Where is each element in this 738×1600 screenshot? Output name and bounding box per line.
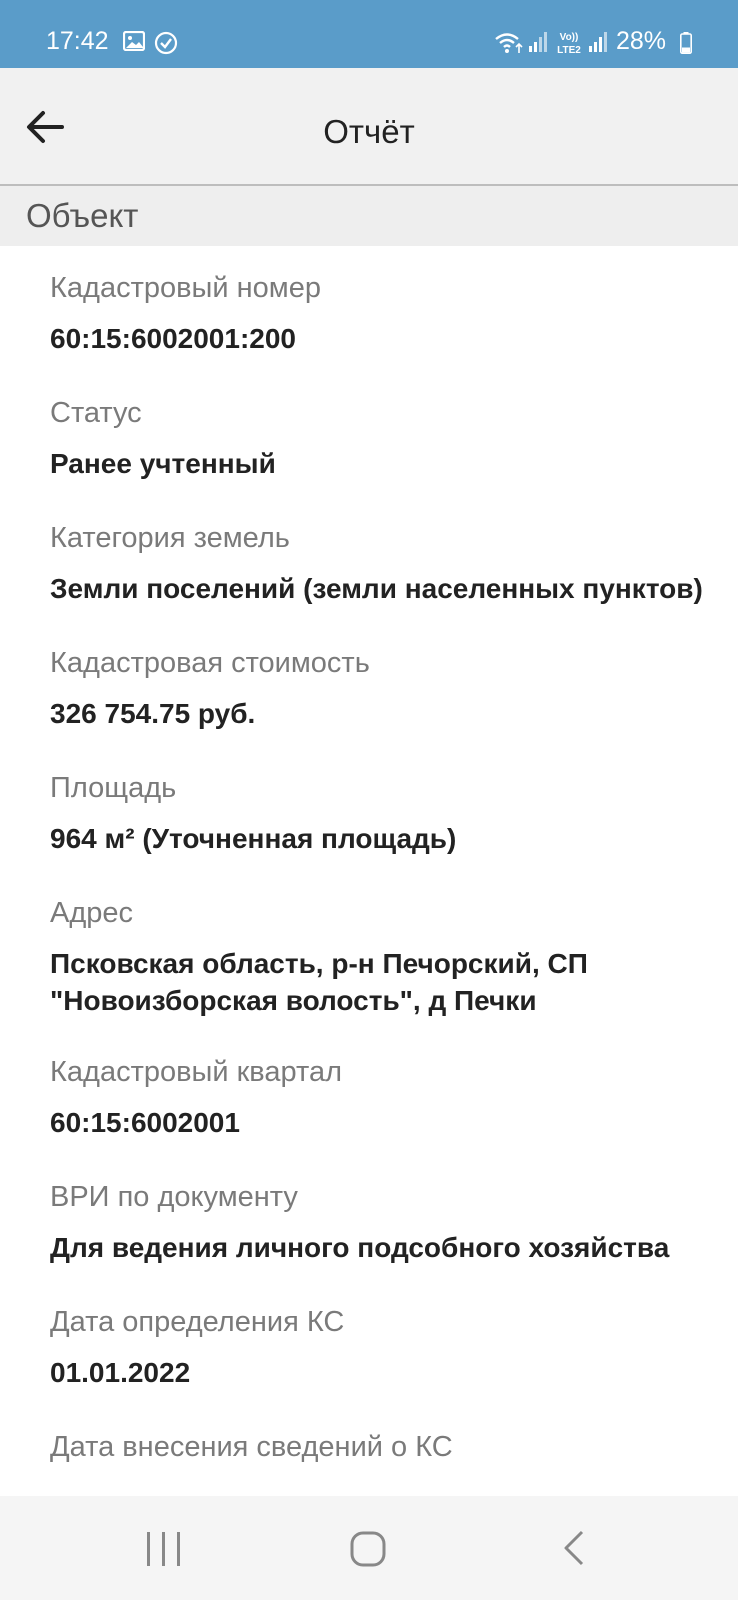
- field-cadastral-quarter: Кадастровый квартал 60:15:6002001: [50, 1054, 730, 1141]
- field-permitted-use: ВРИ по документу Для ведения личного под…: [50, 1179, 730, 1266]
- address-line: "Новоизборская волость", д Печки: [50, 985, 537, 1016]
- field-label: Кадастровый квартал: [50, 1056, 343, 1088]
- field-value[interactable]: 60:15:6002001:200: [50, 320, 730, 357]
- field-value[interactable]: Земли поселений (земли населенных пункто…: [50, 570, 730, 607]
- field-land-category: Категория земель Земли поселений (земли …: [50, 520, 730, 607]
- wifi-icon: [495, 33, 523, 53]
- field-value[interactable]: 01.01.2022: [50, 1354, 730, 1391]
- field-value-entry-date: Дата внесения сведений о КС: [50, 1429, 730, 1465]
- signal-icon: [529, 32, 547, 52]
- status-bar: 17:42 Vo)) LTE2 28%: [0, 0, 738, 68]
- field-status: Статус Ранее учтенный: [50, 395, 730, 482]
- svg-text:LTE2: LTE2: [557, 45, 581, 55]
- field-label: Адрес: [50, 897, 134, 929]
- field-label: Кадастровый номер: [50, 272, 321, 304]
- section-title: Объект: [26, 197, 139, 234]
- field-label: Площадь: [50, 772, 177, 804]
- field-label: ВРИ по документу: [50, 1181, 298, 1213]
- back-icon[interactable]: [560, 1528, 590, 1568]
- field-value[interactable]: Псковская область, р-н Печорский, СП "Но…: [50, 945, 730, 1019]
- field-value[interactable]: 326 754.75 руб.: [50, 695, 730, 732]
- field-area: Площадь 964 м² (Уточненная площадь): [50, 770, 730, 857]
- field-value[interactable]: Ранее учтенный: [50, 445, 730, 482]
- field-label: Категория земель: [50, 522, 290, 554]
- volte-icon: Vo)) LTE2: [557, 32, 581, 55]
- field-cadastral-value: Кадастровая стоимость 326 754.75 руб.: [50, 645, 730, 732]
- recent-apps-icon[interactable]: [144, 1530, 184, 1568]
- navigation-bar: [0, 1496, 738, 1600]
- home-icon[interactable]: [349, 1530, 389, 1568]
- field-address: Адрес Псковская область, р-н Печорский, …: [50, 895, 730, 1019]
- check-circle-icon: [154, 31, 178, 55]
- battery-icon: [680, 32, 692, 54]
- section-header: Объект: [0, 186, 738, 246]
- field-label: Дата определения КС: [50, 1306, 345, 1338]
- field-value[interactable]: 964 м² (Уточненная площадь): [50, 820, 730, 857]
- field-valuation-date: Дата определения КС 01.01.2022: [50, 1304, 730, 1391]
- field-value[interactable]: 60:15:6002001: [50, 1104, 730, 1141]
- battery-percent: 28%: [616, 27, 667, 55]
- signal-icon: [589, 32, 607, 52]
- page-title: Отчёт: [323, 113, 415, 150]
- clock: 17:42: [46, 27, 109, 55]
- field-label: Статус: [50, 397, 142, 429]
- report-content: Кадастровый номер 60:15:6002001:200 Стат…: [0, 246, 738, 1496]
- field-cadastral-number: Кадастровый номер 60:15:6002001:200: [50, 270, 730, 357]
- field-label: Дата внесения сведений о КС: [50, 1431, 453, 1463]
- address-line: Псковская область, р-н Печорский, СП: [50, 948, 588, 979]
- app-bar: Отчёт: [0, 68, 738, 186]
- field-label: Кадастровая стоимость: [50, 647, 370, 679]
- svg-text:Vo)): Vo)): [560, 32, 579, 43]
- field-value[interactable]: Для ведения личного подсобного хозяйства: [50, 1229, 730, 1266]
- gallery-icon: [123, 31, 145, 51]
